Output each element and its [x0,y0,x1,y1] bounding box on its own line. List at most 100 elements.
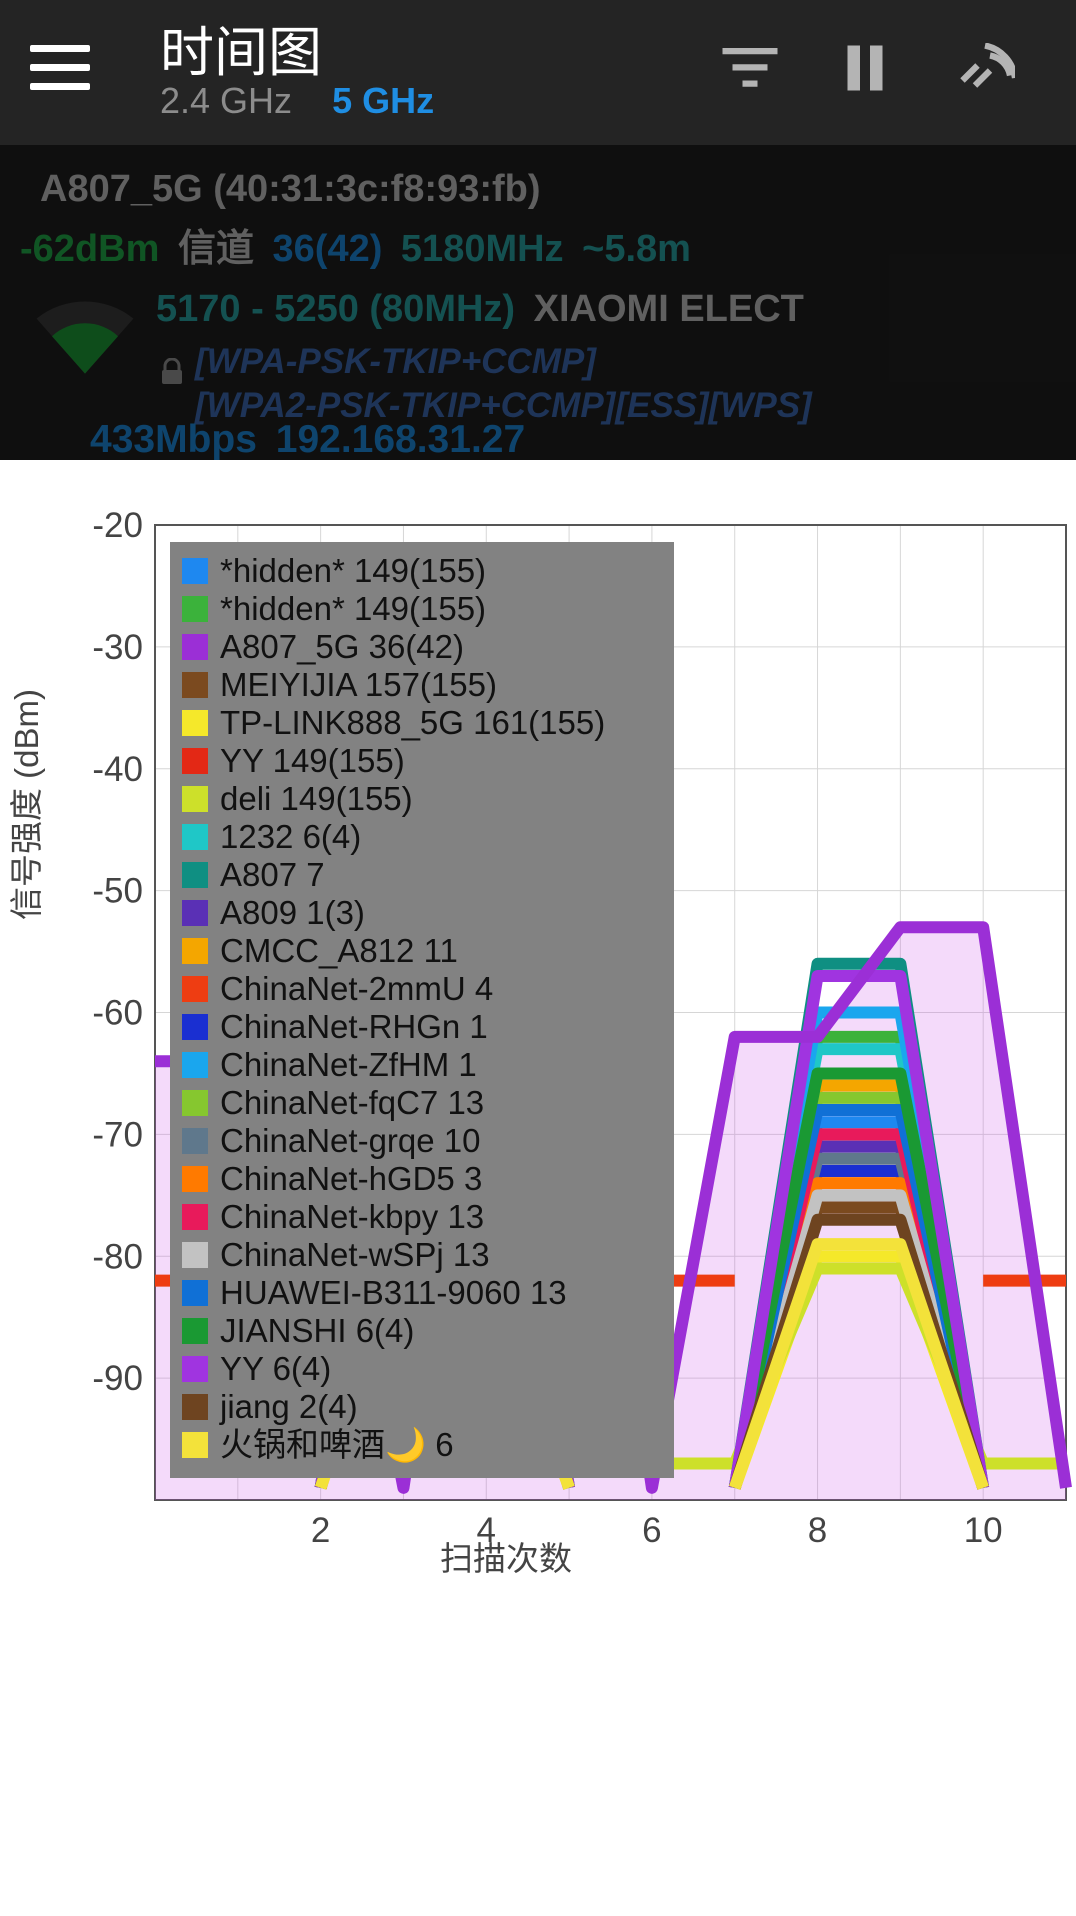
legend-item[interactable]: *hidden* 149(155) [182,590,662,628]
legend-swatch [182,1090,208,1116]
legend-label: *hidden* 149(155) [220,590,486,628]
chart-legend[interactable]: *hidden* 149(155)*hidden* 149(155)A807_5… [170,542,674,1478]
legend-swatch [182,710,208,736]
svg-text:6: 6 [642,1511,661,1550]
svg-text:-50: -50 [92,872,143,911]
legend-label: TP-LINK888_5G 161(155) [220,704,605,742]
legend-item[interactable]: YY 6(4) [182,1350,662,1388]
svg-text:10: 10 [964,1511,1003,1550]
svg-text:-60: -60 [92,994,143,1033]
svg-text:-80: -80 [92,1237,143,1276]
legend-item[interactable]: 火锅和啤酒🌙 6 [182,1426,662,1464]
legend-item[interactable]: ChinaNet-wSPj 13 [182,1236,662,1274]
svg-text:-40: -40 [92,750,143,789]
legend-item[interactable]: ChinaNet-fqC7 13 [182,1084,662,1122]
legend-item[interactable]: CMCC_A812 11 [182,932,662,970]
ssid-line: A807_5G (40:31:3c:f8:93:fb) [40,170,541,210]
channel: 36(42) [273,228,383,270]
freq-vendor-row: 5170 - 5250 (80MHz) XIAOMI ELECT [156,290,804,330]
legend-swatch [182,1166,208,1192]
band-tabs: 2.4 GHz 5 GHz [160,80,434,122]
legend-item[interactable]: A807_5G 36(42) [182,628,662,666]
legend-swatch [182,1128,208,1154]
vendor: XIAOMI ELECT [534,288,804,330]
legend-swatch [182,900,208,926]
channel-label: 信道 [178,228,254,270]
legend-label: *hidden* 149(155) [220,552,486,590]
legend-label: ChinaNet-kbpy 13 [220,1198,484,1236]
legend-label: MEIYIJIA 157(155) [220,666,497,704]
pause-icon[interactable] [835,43,895,93]
scan-icon[interactable] [955,43,1015,93]
connection-detail-panel[interactable]: A807_5G (40:31:3c:f8:93:fb) -62dBm 信道 36… [0,145,1076,460]
legend-swatch [182,596,208,622]
legend-item[interactable]: JIANSHI 6(4) [182,1312,662,1350]
freq-range: 5170 - 5250 (80MHz) [156,288,515,330]
legend-swatch [182,748,208,774]
svg-text:-70: -70 [92,1115,143,1154]
legend-item[interactable]: 1232 6(4) [182,818,662,856]
legend-item[interactable]: MEIYIJIA 157(155) [182,666,662,704]
legend-item[interactable]: ChinaNet-ZfHM 1 [182,1046,662,1084]
legend-label: A809 1(3) [220,894,365,932]
legend-swatch [182,1204,208,1230]
legend-label: ChinaNet-wSPj 13 [220,1236,490,1274]
legend-item[interactable]: ChinaNet-grqe 10 [182,1122,662,1160]
legend-swatch [182,1394,208,1420]
svg-text:-90: -90 [92,1359,143,1398]
legend-item[interactable]: deli 149(155) [182,780,662,818]
legend-label: ChinaNet-hGD5 3 [220,1160,482,1198]
legend-label: ChinaNet-fqC7 13 [220,1084,484,1122]
signal-dbm: -62dBm [20,228,159,270]
legend-label: A807_5G 36(42) [220,628,464,666]
center-freq: 5180MHz [401,228,564,270]
distance: ~5.8m [582,228,691,270]
legend-label: HUAWEI-B311-9060 13 [220,1274,567,1312]
legend-label: A807 7 [220,856,325,894]
lock-icon [160,355,184,383]
legend-label: YY 149(155) [220,742,405,780]
svg-text:-20: -20 [92,510,143,545]
menu-icon[interactable] [30,45,90,90]
legend-label: jiang 2(4) [220,1388,358,1426]
legend-swatch [182,786,208,812]
app-bar: 时间图 2.4 GHz 5 GHz [0,0,1076,145]
legend-swatch [182,862,208,888]
legend-swatch [182,976,208,1002]
rate-ip-row: 433Mbps 192.168.31.27 [90,420,525,461]
legend-item[interactable]: jiang 2(4) [182,1388,662,1426]
legend-swatch [182,1014,208,1040]
legend-item[interactable]: HUAWEI-B311-9060 13 [182,1274,662,1312]
legend-swatch [182,1356,208,1382]
svg-text:-30: -30 [92,628,143,667]
legend-swatch [182,938,208,964]
svg-text:8: 8 [808,1511,827,1550]
legend-item[interactable]: A809 1(3) [182,894,662,932]
legend-item[interactable]: TP-LINK888_5G 161(155) [182,704,662,742]
legend-swatch [182,1318,208,1344]
legend-swatch [182,672,208,698]
legend-label: ChinaNet-RHGn 1 [220,1008,488,1046]
tab-5ghz[interactable]: 5 GHz [332,80,434,121]
wifi-signal-icon [30,290,140,380]
legend-item[interactable]: ChinaNet-2mmU 4 [182,970,662,1008]
tab-2-4ghz[interactable]: 2.4 GHz [160,80,292,121]
legend-swatch [182,1242,208,1268]
legend-label: YY 6(4) [220,1350,331,1388]
legend-item[interactable]: YY 149(155) [182,742,662,780]
legend-label: 1232 6(4) [220,818,361,856]
legend-swatch [182,1052,208,1078]
legend-item[interactable]: ChinaNet-kbpy 13 [182,1198,662,1236]
x-axis-label: 扫描次数 [440,1532,572,1580]
legend-item[interactable]: ChinaNet-RHGn 1 [182,1008,662,1046]
legend-label: CMCC_A812 11 [220,932,458,970]
legend-item[interactable]: A807 7 [182,856,662,894]
page-title: 时间图 [160,8,322,87]
legend-item[interactable]: *hidden* 149(155) [182,552,662,590]
legend-label: ChinaNet-2mmU 4 [220,970,493,1008]
legend-label: deli 149(155) [220,780,413,818]
svg-text:2: 2 [311,1511,330,1550]
legend-item[interactable]: ChinaNet-hGD5 3 [182,1160,662,1198]
filter-icon[interactable] [720,43,780,93]
link-rate: 433Mbps [90,418,257,461]
